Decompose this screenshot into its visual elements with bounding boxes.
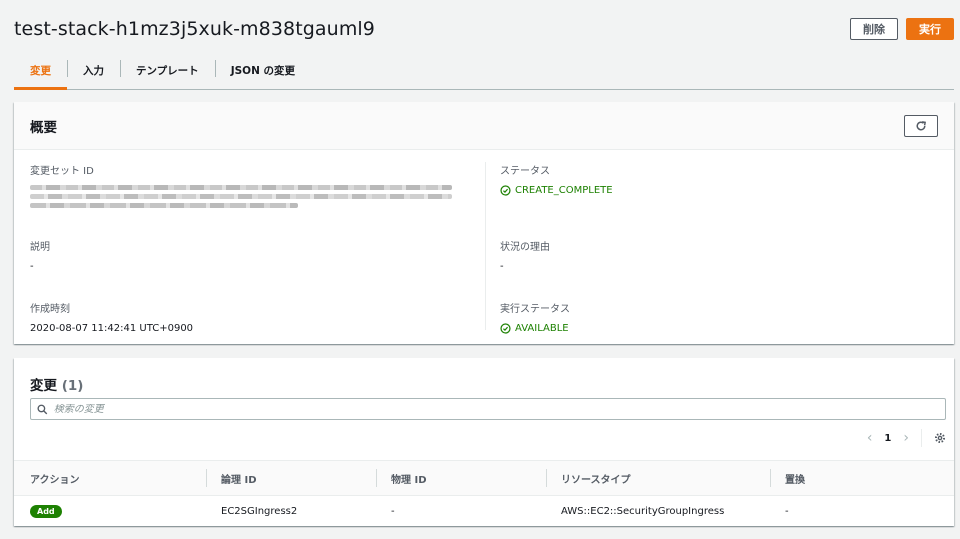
search-box: [30, 398, 946, 420]
overview-header: 概要: [14, 102, 954, 150]
execute-button[interactable]: 実行: [906, 18, 954, 40]
tab-inputs[interactable]: 入力: [67, 52, 120, 89]
next-page-icon[interactable]: ›: [903, 430, 909, 446]
action-cell: Add: [30, 496, 62, 526]
changes-panel: 変更 (1) ‹ 1 › アクション 論理 ID 物理 ID リソースタイプ 置…: [14, 358, 954, 526]
column-physical-id[interactable]: 物理 ID: [391, 461, 427, 495]
status-label: ステータス: [500, 166, 550, 177]
created-time-value: 2020-08-07 11:42:41 UTC+0900: [30, 323, 194, 334]
status-reason-field: 状況の理由 -: [500, 238, 550, 272]
change-set-id-label: 変更セット ID: [30, 166, 94, 177]
success-check-icon: [500, 185, 511, 196]
prev-page-icon[interactable]: ‹: [867, 430, 873, 446]
change-set-id-redacted: [30, 185, 460, 208]
changes-title: 変更 (1): [30, 374, 83, 394]
created-time-field: 作成時刻 2020-08-07 11:42:41 UTC+0900: [30, 300, 193, 334]
header-actions: 削除 実行: [850, 18, 954, 40]
status-text: CREATE_COMPLETE: [515, 185, 613, 196]
overview-title: 概要: [30, 119, 57, 136]
settings-gear-icon[interactable]: [934, 432, 946, 444]
physical-id-cell: -: [391, 505, 395, 517]
exec-status-value: AVAILABLE: [500, 323, 570, 334]
status-reason-label: 状況の理由: [500, 242, 550, 253]
search-input[interactable]: [53, 403, 945, 415]
action-badge: Add: [30, 504, 62, 518]
exec-status-field: 実行ステータス AVAILABLE: [500, 300, 570, 334]
pager-divider: [921, 429, 922, 447]
column-divider: [206, 469, 207, 487]
column-divider: [376, 469, 377, 487]
pagination: ‹ 1 ›: [867, 428, 946, 448]
table-row: Add EC2SGIngress2 - AWS::EC2::SecurityGr…: [14, 496, 954, 526]
logical-id-cell: EC2SGIngress2: [221, 505, 298, 517]
table-header: アクション 論理 ID 物理 ID リソースタイプ 置換: [14, 460, 954, 496]
tab-bar: 変更 入力 テンプレート JSON の変更: [14, 52, 954, 90]
refresh-button[interactable]: [904, 114, 938, 137]
description-label: 説明: [30, 242, 50, 253]
replacement-cell: -: [785, 505, 789, 517]
description-value: -: [30, 261, 34, 272]
status-value: CREATE_COMPLETE: [500, 185, 613, 196]
overview-grid: 変更セット ID ステータス CREATE_COMPLETE 説明 - 状況の理: [14, 150, 954, 344]
column-divider: [770, 469, 771, 487]
tab-json-changes[interactable]: JSON の変更: [214, 52, 311, 89]
search-icon: [37, 404, 48, 414]
column-replacement[interactable]: 置換: [785, 461, 805, 495]
changes-count: (1): [61, 378, 84, 394]
status-reason-value: -: [500, 261, 504, 272]
column-resource-type[interactable]: リソースタイプ: [561, 461, 631, 495]
tab-template[interactable]: テンプレート: [120, 52, 215, 89]
overview-panel: 概要 変更セット ID ステータス CREATE_COMPLETE 説明 - 状…: [14, 102, 954, 344]
column-logical-id[interactable]: 論理 ID: [221, 461, 257, 495]
changes-title-text: 変更: [30, 378, 57, 394]
page-title: test-stack-h1mz3j5xuk-m838tgauml9: [14, 18, 375, 40]
tab-changes[interactable]: 変更: [14, 52, 67, 90]
exec-status-label: 実行ステータス: [500, 304, 570, 315]
current-page[interactable]: 1: [884, 433, 891, 444]
column-divider: [546, 469, 547, 487]
exec-status-text: AVAILABLE: [515, 323, 569, 334]
created-time-label: 作成時刻: [30, 304, 70, 315]
change-set-id-field: 変更セット ID: [30, 162, 460, 208]
column-divider: [485, 162, 486, 330]
refresh-icon: [916, 120, 926, 130]
delete-button[interactable]: 削除: [850, 18, 898, 40]
description-field: 説明 -: [30, 238, 50, 272]
resource-type-cell: AWS::EC2::SecurityGroupIngress: [561, 505, 725, 517]
status-field: ステータス CREATE_COMPLETE: [500, 162, 613, 196]
page-header: test-stack-h1mz3j5xuk-m838tgauml9 削除 実行: [14, 14, 954, 44]
success-check-icon: [500, 323, 511, 334]
column-action[interactable]: アクション: [30, 461, 80, 495]
